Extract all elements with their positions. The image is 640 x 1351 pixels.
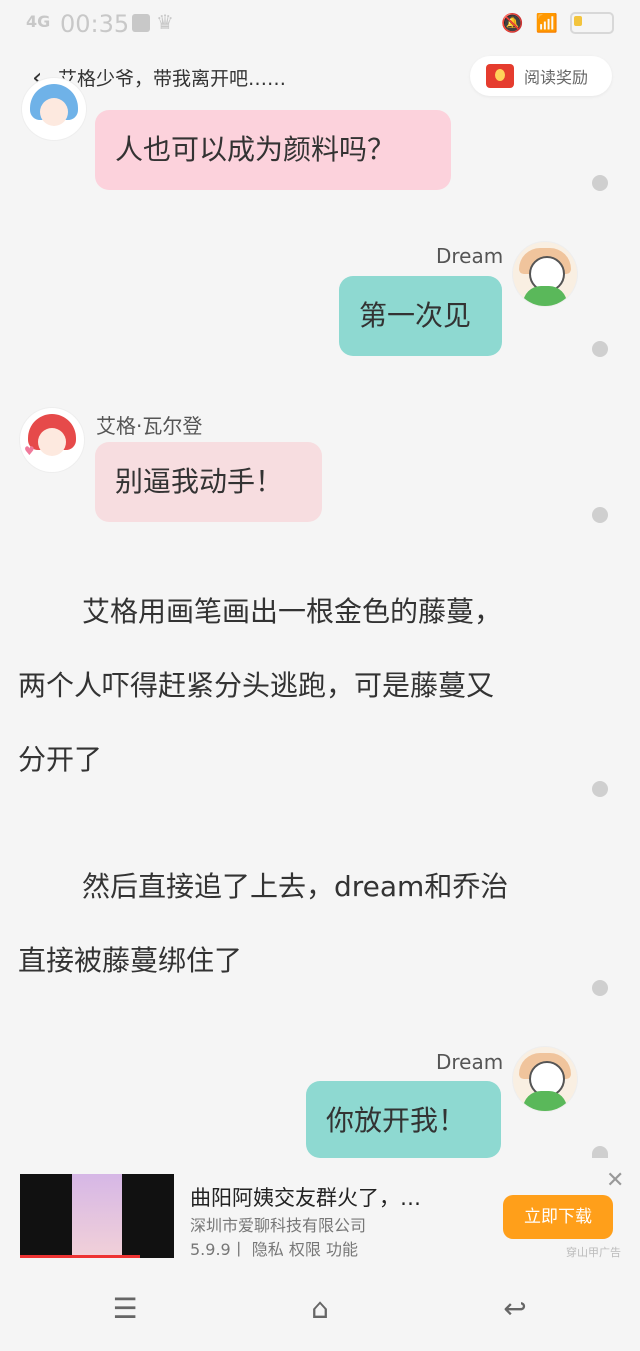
chat-bubble: 别逼我动手！ bbox=[95, 442, 322, 522]
comment-dot[interactable] bbox=[592, 781, 608, 797]
narration-line: 然后直接追了上去，dream和乔治 bbox=[82, 870, 509, 903]
avatar: ♥ bbox=[20, 408, 84, 472]
narration-line: 艾格用画笔画出一根金色的藤蔓， bbox=[82, 595, 503, 628]
status-bar: 4G 00:35 ♛ 🔕 📶 bbox=[0, 0, 640, 50]
avatar bbox=[513, 242, 577, 306]
avatar bbox=[513, 1047, 577, 1111]
chapter-title: 艾格少爷，带我离开吧…… bbox=[58, 68, 287, 90]
ad-banner[interactable]: 曲阳阿姨交友群火了，… 深圳市爱聊科技有限公司 5.9.9丨 隐私 权限 功能 … bbox=[0, 1158, 640, 1268]
status-right-icons: 🔕 📶 bbox=[501, 12, 614, 34]
close-icon[interactable]: ✕ bbox=[606, 1168, 624, 1193]
crown-icon: ♛ bbox=[156, 10, 174, 34]
comment-dot[interactable] bbox=[592, 175, 608, 191]
ad-meta-links[interactable]: 5.9.9丨 隐私 权限 功能 bbox=[190, 1236, 358, 1260]
comment-dot[interactable] bbox=[592, 1146, 608, 1158]
comment-dot[interactable] bbox=[592, 341, 608, 357]
reader-header: ‹ 艾格少爷，带我离开吧…… 阅读奖励 bbox=[0, 50, 640, 105]
ad-title[interactable]: 曲阳阿姨交友群火了，… bbox=[190, 1182, 421, 1212]
speaker-name: Dream bbox=[436, 1050, 504, 1074]
comment-dot[interactable] bbox=[592, 980, 608, 996]
chat-bubble: 人也可以成为颜料吗？ bbox=[95, 110, 451, 190]
ad-video-thumbnail[interactable] bbox=[20, 1174, 174, 1258]
chat-bubble: 第一次见 bbox=[339, 276, 502, 356]
narration-line: 分开了 bbox=[18, 743, 103, 776]
speaker-name: Dream bbox=[436, 244, 504, 268]
menu-icon[interactable]: ☰ bbox=[105, 1292, 145, 1326]
chat-bubble: 你放开我！ bbox=[306, 1081, 501, 1158]
speaker-name: 艾格·瓦尔登 bbox=[96, 414, 203, 438]
narration-line: 两个人吓得赶紧分头逃跑，可是藤蔓又 bbox=[18, 669, 495, 702]
gift-icon bbox=[486, 64, 514, 88]
battery-icon bbox=[570, 12, 614, 34]
mute-icon: 🔕 bbox=[501, 12, 524, 34]
wifi-icon: 📶 bbox=[535, 12, 558, 34]
back-nav-icon[interactable]: ↩ bbox=[495, 1292, 535, 1326]
status-time: 00:35 bbox=[60, 10, 130, 38]
ad-company: 深圳市爱聊科技有限公司 bbox=[190, 1216, 367, 1235]
reading-reward-button[interactable]: 阅读奖励 bbox=[470, 56, 612, 96]
system-nav-bar: ☰ ⌂ ↩ bbox=[0, 1270, 640, 1351]
video-app-icon bbox=[132, 14, 150, 32]
home-icon[interactable]: ⌂ bbox=[300, 1292, 340, 1326]
reading-reward-label: 阅读奖励 bbox=[524, 68, 589, 87]
avatar bbox=[22, 78, 86, 140]
narration-paragraph: 然后直接追了上去，dream和乔治 直接被藤蔓绑住了 bbox=[18, 850, 578, 998]
download-button[interactable]: 立即下载 bbox=[503, 1195, 613, 1239]
narration-paragraph: 艾格用画笔画出一根金色的藤蔓， 两个人吓得赶紧分头逃跑，可是藤蔓又 分开了 bbox=[18, 575, 578, 797]
narration-line: 直接被藤蔓绑住了 bbox=[18, 944, 243, 977]
comment-dot[interactable] bbox=[592, 507, 608, 523]
signal-icon: 4G bbox=[26, 12, 51, 31]
ad-label: 穿山甲广告 bbox=[566, 1246, 621, 1259]
